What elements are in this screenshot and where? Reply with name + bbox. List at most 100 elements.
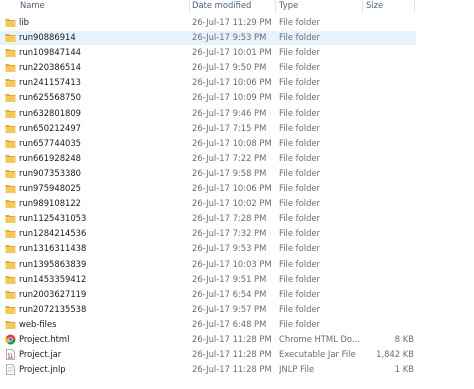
file-row[interactable]: web-files 26-Jul-17 6:48 PM File folder xyxy=(0,317,474,332)
folder-icon xyxy=(5,62,16,73)
file-date-modified: 26-Jul-17 10:06 PM xyxy=(192,77,272,88)
file-name: run975948025 xyxy=(19,183,82,194)
file-row[interactable]: run975948025 26-Jul-17 10:06 PM File folde… xyxy=(0,181,474,196)
column-divider[interactable] xyxy=(275,0,276,13)
file-date-modified: 26-Jul-17 11:28 PM xyxy=(192,364,272,375)
folder-icon xyxy=(5,304,16,315)
folder-icon xyxy=(5,32,16,43)
file-type: File folder xyxy=(279,107,320,118)
file-size xyxy=(366,60,414,75)
file-size xyxy=(366,151,414,166)
file-type: File folder xyxy=(279,122,320,133)
file-name: run632801809 xyxy=(19,107,82,118)
file-row[interactable]: Project.jar 26-Jul-17 11:28 PM Executable … xyxy=(0,347,474,362)
folder-icon xyxy=(5,259,16,270)
file-name: run650212497 xyxy=(19,122,82,133)
file-name: Project.html xyxy=(19,333,70,344)
folder-icon xyxy=(5,213,16,224)
file-row[interactable]: run632801809 26-Jul-17 9:46 PM File folder xyxy=(0,106,474,121)
file-row[interactable]: run90886914 26-Jul-17 9:53 PM File folder xyxy=(0,30,474,46)
column-divider[interactable] xyxy=(362,0,363,13)
file-type: File folder xyxy=(279,303,320,314)
file-date-modified: 26-Jul-17 10:02 PM xyxy=(192,198,272,209)
folder-icon xyxy=(5,92,16,103)
file-name: run90886914 xyxy=(19,32,76,43)
jnlp-file-icon xyxy=(5,364,16,376)
file-date-modified: 26-Jul-17 10:09 PM xyxy=(192,92,272,103)
file-name: run241157413 xyxy=(19,77,82,88)
file-row[interactable]: run1453359412 26-Jul-17 9:51 PM File folde… xyxy=(0,272,474,287)
file-date-modified: 26-Jul-17 10:01 PM xyxy=(192,47,272,58)
file-size xyxy=(366,257,414,272)
file-row[interactable]: run625568750 26-Jul-17 10:09 PM File folde… xyxy=(0,90,474,105)
file-row[interactable]: run220386514 26-Jul-17 9:50 PM File folder xyxy=(0,60,474,75)
file-row[interactable]: run2003627119 26-Jul-17 6:54 PM File folde… xyxy=(0,287,474,302)
file-size xyxy=(366,136,414,151)
file-type: Chrome HTML Do... xyxy=(279,333,360,344)
file-type: File folder xyxy=(279,213,320,224)
file-size xyxy=(366,106,414,121)
file-row[interactable]: lib 26-Jul-17 11:29 PM File folder xyxy=(0,15,474,30)
file-date-modified: 26-Jul-17 7:32 PM xyxy=(192,228,267,239)
file-row[interactable]: run109847144 26-Jul-17 10:01 PM File folde… xyxy=(0,45,474,60)
file-row[interactable]: run661928248 26-Jul-17 7:22 PM File folder xyxy=(0,151,474,166)
file-size xyxy=(366,181,414,196)
file-row[interactable]: run907353380 26-Jul-17 9:58 PM File folder xyxy=(0,166,474,181)
column-header-size[interactable]: Size xyxy=(366,0,414,13)
file-name: run989108122 xyxy=(19,198,82,209)
file-row[interactable]: run657744035 26-Jul-17 10:08 PM File folde… xyxy=(0,136,474,151)
file-size xyxy=(366,30,414,45)
file-row[interactable]: run650212497 26-Jul-17 7:15 PM File folder xyxy=(0,121,474,136)
file-size xyxy=(366,241,414,256)
file-row[interactable]: run1395863839 26-Jul-17 10:03 PM File fold… xyxy=(0,257,474,272)
file-row[interactable]: run1125431053 26-Jul-17 7:28 PM File folde… xyxy=(0,211,474,226)
file-type: File folder xyxy=(279,258,320,269)
column-header-type[interactable]: Type xyxy=(279,0,363,13)
file-size xyxy=(366,45,414,60)
file-date-modified: 26-Jul-17 10:03 PM xyxy=(192,258,272,269)
file-name: Project.jar xyxy=(19,349,62,360)
file-date-modified: 26-Jul-17 10:08 PM xyxy=(192,137,272,148)
file-date-modified: 26-Jul-17 7:28 PM xyxy=(192,213,267,224)
file-row[interactable]: run989108122 26-Jul-17 10:02 PM File folde… xyxy=(0,196,474,211)
file-date-modified: 26-Jul-17 11:29 PM xyxy=(192,17,272,27)
folder-icon xyxy=(5,17,16,28)
file-type: File folder xyxy=(279,77,320,88)
file-type: File folder xyxy=(279,288,320,299)
file-name: run657744035 xyxy=(19,137,82,148)
file-name: run220386514 xyxy=(19,62,82,73)
file-date-modified: 26-Jul-17 9:57 PM xyxy=(192,303,267,314)
file-size: 1,842 KB xyxy=(376,349,414,360)
file-name: run1284214536 xyxy=(19,228,87,239)
file-row[interactable]: Project.jnlp 26-Jul-17 11:28 PM JNLP File 1… xyxy=(0,362,474,377)
folder-icon xyxy=(5,138,16,149)
file-size xyxy=(366,15,414,30)
column-header-date-modified[interactable]: Date modified xyxy=(192,0,272,13)
file-name: run907353380 xyxy=(19,167,82,178)
file-type: File folder xyxy=(279,17,320,27)
file-row[interactable]: Project.html 26-Jul-17 11:28 PM Chrome HTM… xyxy=(0,332,474,347)
file-type: File folder xyxy=(279,32,320,43)
folder-icon xyxy=(5,319,16,330)
folder-icon xyxy=(5,228,16,239)
file-row[interactable]: run1284214536 26-Jul-17 7:32 PM File folde… xyxy=(0,226,474,241)
file-name: Project.jnlp xyxy=(19,364,66,375)
file-type: File folder xyxy=(279,183,320,194)
file-date-modified: 26-Jul-17 9:46 PM xyxy=(192,107,267,118)
file-date-modified: 26-Jul-17 9:51 PM xyxy=(192,273,267,284)
file-size xyxy=(366,196,414,211)
column-divider[interactable] xyxy=(414,0,415,13)
file-row[interactable]: run1316311438 26-Jul-17 9:53 PM File folde… xyxy=(0,241,474,256)
file-row[interactable]: run241157413 26-Jul-17 10:06 PM File folde… xyxy=(0,75,474,90)
file-type: File folder xyxy=(279,152,320,163)
column-header-name[interactable]: Name xyxy=(20,0,186,13)
file-size xyxy=(366,121,414,136)
file-row[interactable]: run2072135538 26-Jul-17 9:57 PM File folde… xyxy=(0,302,474,317)
file-date-modified: 26-Jul-17 10:06 PM xyxy=(192,183,272,194)
file-size xyxy=(366,287,414,302)
file-size xyxy=(366,166,414,181)
folder-icon xyxy=(5,274,16,285)
folder-icon xyxy=(5,123,16,134)
folder-icon xyxy=(5,47,16,58)
column-divider[interactable] xyxy=(189,0,190,13)
